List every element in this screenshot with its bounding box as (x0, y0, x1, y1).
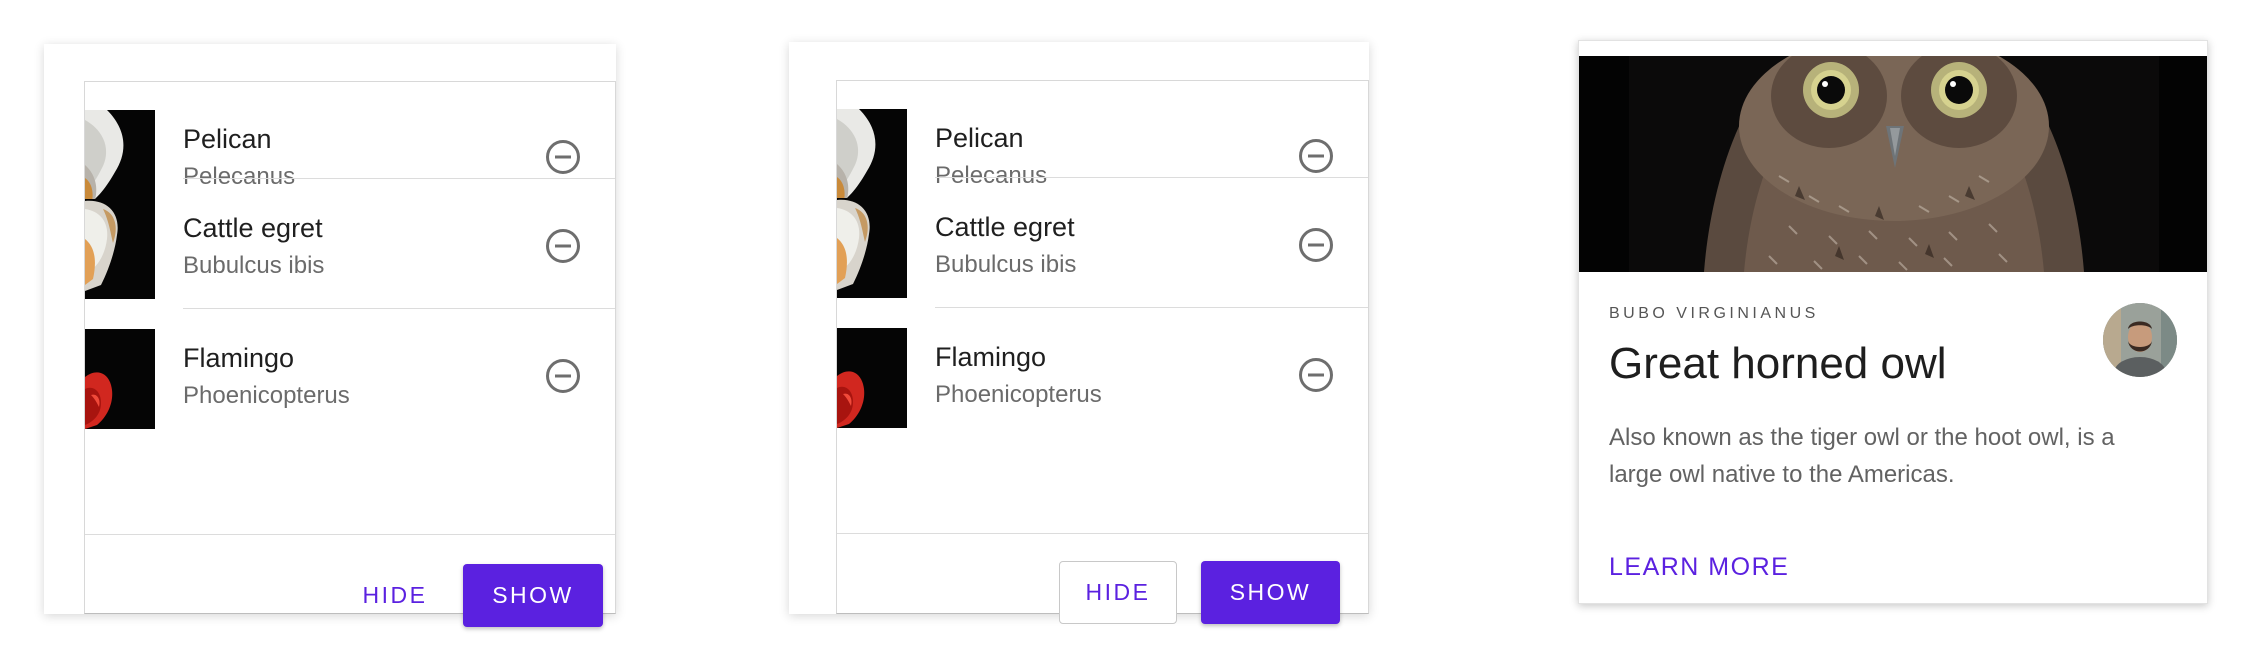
remove-circle-icon[interactable] (1298, 138, 1334, 174)
owl-image (1579, 56, 2207, 272)
list-item[interactable]: Cattle egret Bubulcus ibis (85, 179, 615, 309)
bird-name: Pelican (935, 123, 1024, 153)
species-overline: BUBO VIRGINIANUS (1609, 305, 1819, 322)
card-title: Great horned owl (1609, 339, 1947, 388)
bird-latin-name: Bubulcus ibis (935, 251, 1077, 278)
bird-name: Cattle egret (935, 212, 1075, 242)
bird-name: Flamingo (183, 343, 295, 373)
bird-name: Cattle egret (183, 213, 323, 243)
bird-latin-name: Phoenicopterus (935, 381, 1102, 408)
list-item[interactable]: Cattle egret Bubulcus ibis (837, 178, 1368, 308)
hide-button[interactable]: HIDE (339, 564, 451, 627)
owl-card: BUBO VIRGINIANUS Great horned owl Also k… (1578, 40, 2208, 604)
remove-circle-icon[interactable] (545, 228, 581, 264)
egret-thumbnail (85, 199, 155, 299)
list-item[interactable]: Flamingo Phoenicopterus (85, 309, 615, 439)
flamingo-thumbnail (837, 328, 907, 428)
show-button[interactable]: SHOW (1201, 561, 1340, 624)
list-item[interactable]: Flamingo Phoenicopterus (837, 308, 1368, 438)
flamingo-thumbnail (85, 329, 155, 429)
bird-name: Pelican (183, 124, 272, 154)
actions-divider (837, 533, 1368, 534)
bird-list-1: Pelican Pelecanus Cattle egret Bubulcus … (84, 81, 616, 627)
bird-list-card-2: Pelican Pelecanus Cattle egret Bubulcus … (789, 42, 1369, 624)
remove-circle-icon[interactable] (545, 358, 581, 394)
remove-circle-icon[interactable] (545, 139, 581, 175)
bird-latin-name: Bubulcus ibis (183, 252, 325, 279)
bird-name: Flamingo (935, 342, 1047, 372)
actions-divider (85, 534, 615, 535)
avatar[interactable] (2103, 303, 2177, 377)
hide-button[interactable]: HIDE (1059, 561, 1177, 624)
show-button[interactable]: SHOW (463, 564, 603, 627)
remove-circle-icon[interactable] (1298, 357, 1334, 393)
bird-latin-name: Phoenicopterus (183, 382, 350, 409)
egret-thumbnail (837, 198, 907, 298)
bird-list-card-1: Pelican Pelecanus Cattle egret Bubulcus … (44, 44, 616, 627)
remove-circle-icon[interactable] (1298, 227, 1334, 263)
card-description: Also known as the tiger owl or the hoot … (1609, 424, 2115, 488)
bird-list-2: Pelican Pelecanus Cattle egret Bubulcus … (836, 80, 1369, 624)
learn-more-button[interactable]: LEARN MORE (1609, 553, 1789, 582)
